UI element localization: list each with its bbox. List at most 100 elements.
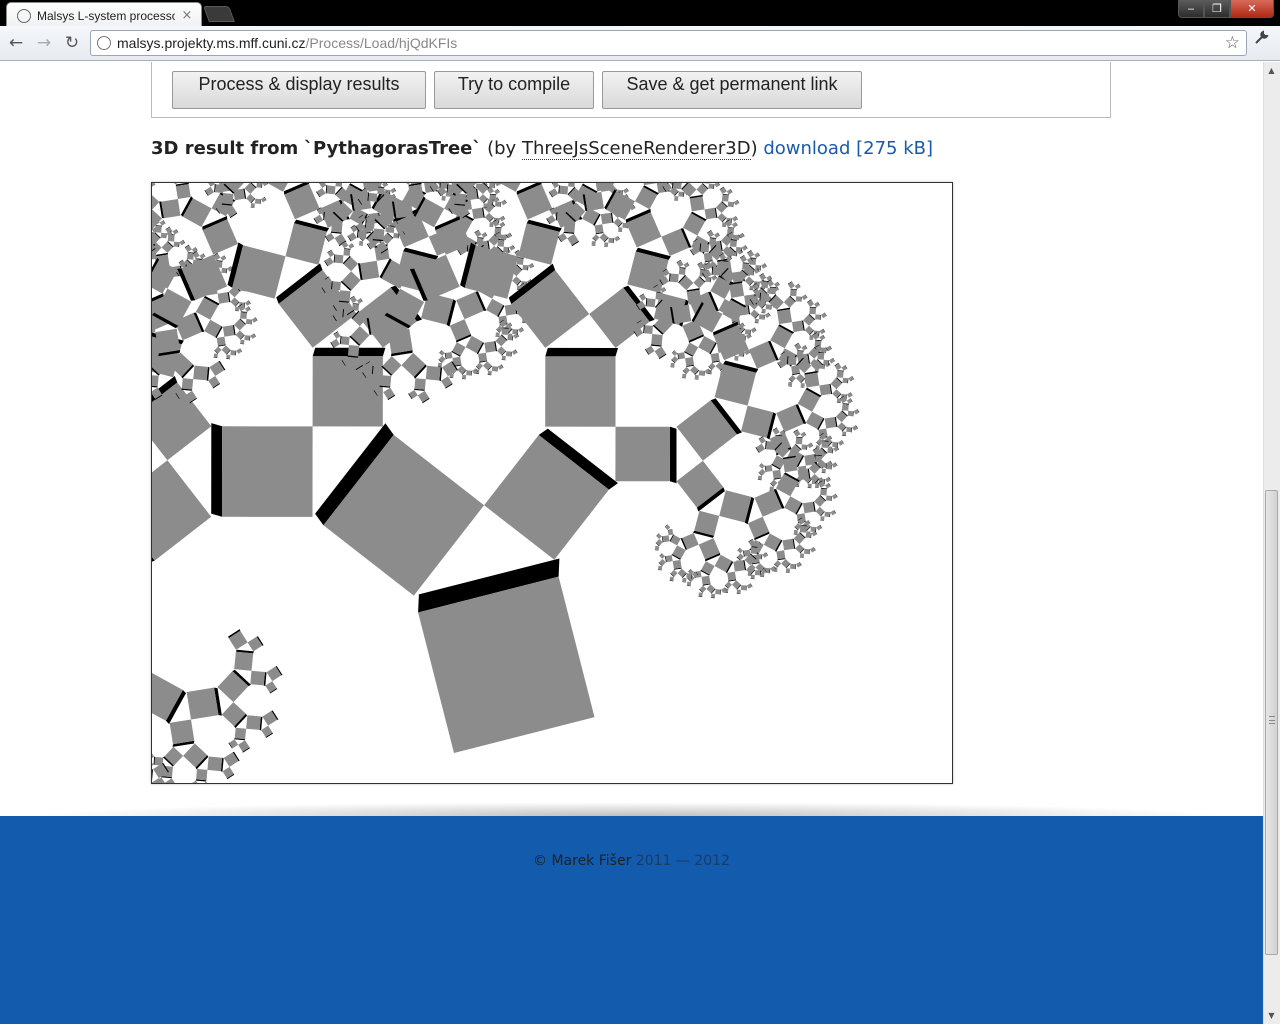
tree-square (714, 232, 720, 238)
tree-square (782, 457, 798, 473)
tree-square (635, 186, 658, 210)
tree-square (230, 297, 240, 307)
tree-square (742, 263, 749, 270)
scroll-thumb[interactable] (1265, 490, 1278, 955)
tree-square (447, 184, 457, 194)
tree-square (735, 247, 742, 253)
render-3d-canvas[interactable] (151, 182, 953, 784)
tree-square (737, 553, 744, 561)
tree-square (746, 583, 753, 589)
tree-square (643, 183, 657, 186)
tree-square (682, 213, 706, 236)
tree-square (846, 398, 853, 404)
tree-square (761, 263, 767, 269)
tree-square (712, 266, 722, 276)
tree-square (807, 299, 815, 307)
tree-square (425, 365, 441, 381)
tree-square (556, 212, 566, 222)
tree-square (205, 186, 214, 196)
tree-square (357, 298, 363, 304)
tree-square (501, 199, 507, 206)
address-bar[interactable]: malsys.projekty.ms.mff.cuni.cz/Process/L… (90, 30, 1247, 56)
tree-square (256, 183, 262, 188)
download-link[interactable]: download [275 kB] (763, 138, 933, 159)
bookmark-star-icon[interactable]: ☆ (1225, 33, 1240, 53)
tree-square (501, 328, 509, 335)
tab-malsys[interactable]: Malsys L-system processor × (6, 2, 202, 28)
tree-square (842, 431, 847, 436)
tree-square (757, 475, 762, 480)
new-tab-button[interactable] (203, 6, 235, 22)
tree-square (466, 370, 472, 376)
tab-title: Malsys L-system processor (37, 8, 175, 23)
tree-square (802, 501, 815, 514)
scroll-down-arrow-icon[interactable]: ▼ (1263, 1007, 1280, 1024)
tree-square (591, 241, 596, 246)
process-display-button[interactable]: Process & display results (172, 71, 426, 109)
tree-square (584, 191, 604, 212)
tree-square (678, 191, 684, 197)
tree-square (670, 569, 678, 577)
tree-square (754, 252, 760, 258)
tree-square (592, 234, 600, 241)
tree-square (343, 249, 351, 256)
tree-square (709, 238, 717, 245)
tree-square (390, 188, 396, 194)
result-heading: 3D result from `PythagorasTree` (by Thre… (151, 138, 933, 160)
back-icon[interactable]: ← (4, 31, 28, 55)
close-window-button[interactable]: ✕ (1230, 0, 1274, 18)
tree-square (744, 276, 754, 286)
tab-close-icon[interactable]: × (181, 8, 193, 23)
tree-square (776, 550, 786, 560)
tree-square (199, 253, 205, 259)
tree-square (221, 267, 227, 274)
tree-square (756, 443, 765, 453)
save-permalink-button[interactable]: Save & get permanent link (602, 71, 862, 109)
tree-square (676, 260, 684, 268)
tree-square (563, 221, 576, 233)
tree-square (654, 346, 666, 359)
tree-square (853, 409, 859, 415)
maximize-button[interactable]: ❐ (1204, 0, 1230, 18)
tree-square (819, 335, 825, 341)
tree-square (678, 268, 686, 275)
tree-square (669, 273, 679, 283)
tree-square (487, 198, 493, 205)
tree-square (340, 336, 350, 345)
tree-square (665, 555, 673, 563)
try-compile-button[interactable]: Try to compile (434, 71, 594, 109)
tree-square (658, 565, 663, 570)
tree-square (795, 544, 804, 553)
scroll-up-arrow-icon[interactable]: ▲ (1263, 62, 1280, 79)
tree-square (801, 345, 807, 351)
page-footer: © Marek Fišer 2011 — 2012 (0, 816, 1263, 1024)
tree-square (161, 241, 173, 253)
tree-square (501, 355, 506, 360)
tree-square-side (669, 426, 677, 484)
tree-square (495, 183, 501, 187)
reload-icon[interactable]: ↻ (60, 31, 84, 55)
tree-square (672, 304, 692, 324)
tree-square (758, 314, 765, 320)
minimize-button[interactable]: ‒ (1178, 0, 1204, 18)
tree-square (567, 233, 579, 246)
tree-square (235, 330, 245, 340)
tree-square (372, 366, 382, 376)
tree-square (185, 245, 192, 253)
tree-square (725, 581, 732, 589)
tree-square (489, 183, 495, 188)
tree-square (831, 494, 838, 500)
tree-square (674, 196, 679, 201)
forward-icon[interactable]: → (32, 31, 56, 55)
wrench-icon[interactable] (1253, 30, 1269, 50)
tree-square (790, 289, 797, 297)
tree-square (764, 312, 771, 318)
tree-square (244, 183, 256, 194)
tree-square (823, 359, 829, 365)
tree-square (230, 350, 236, 356)
tree-square (312, 356, 383, 427)
tree-square (835, 411, 848, 423)
tree-square (234, 727, 247, 740)
tree-square (737, 548, 743, 554)
tree-square (740, 585, 747, 591)
